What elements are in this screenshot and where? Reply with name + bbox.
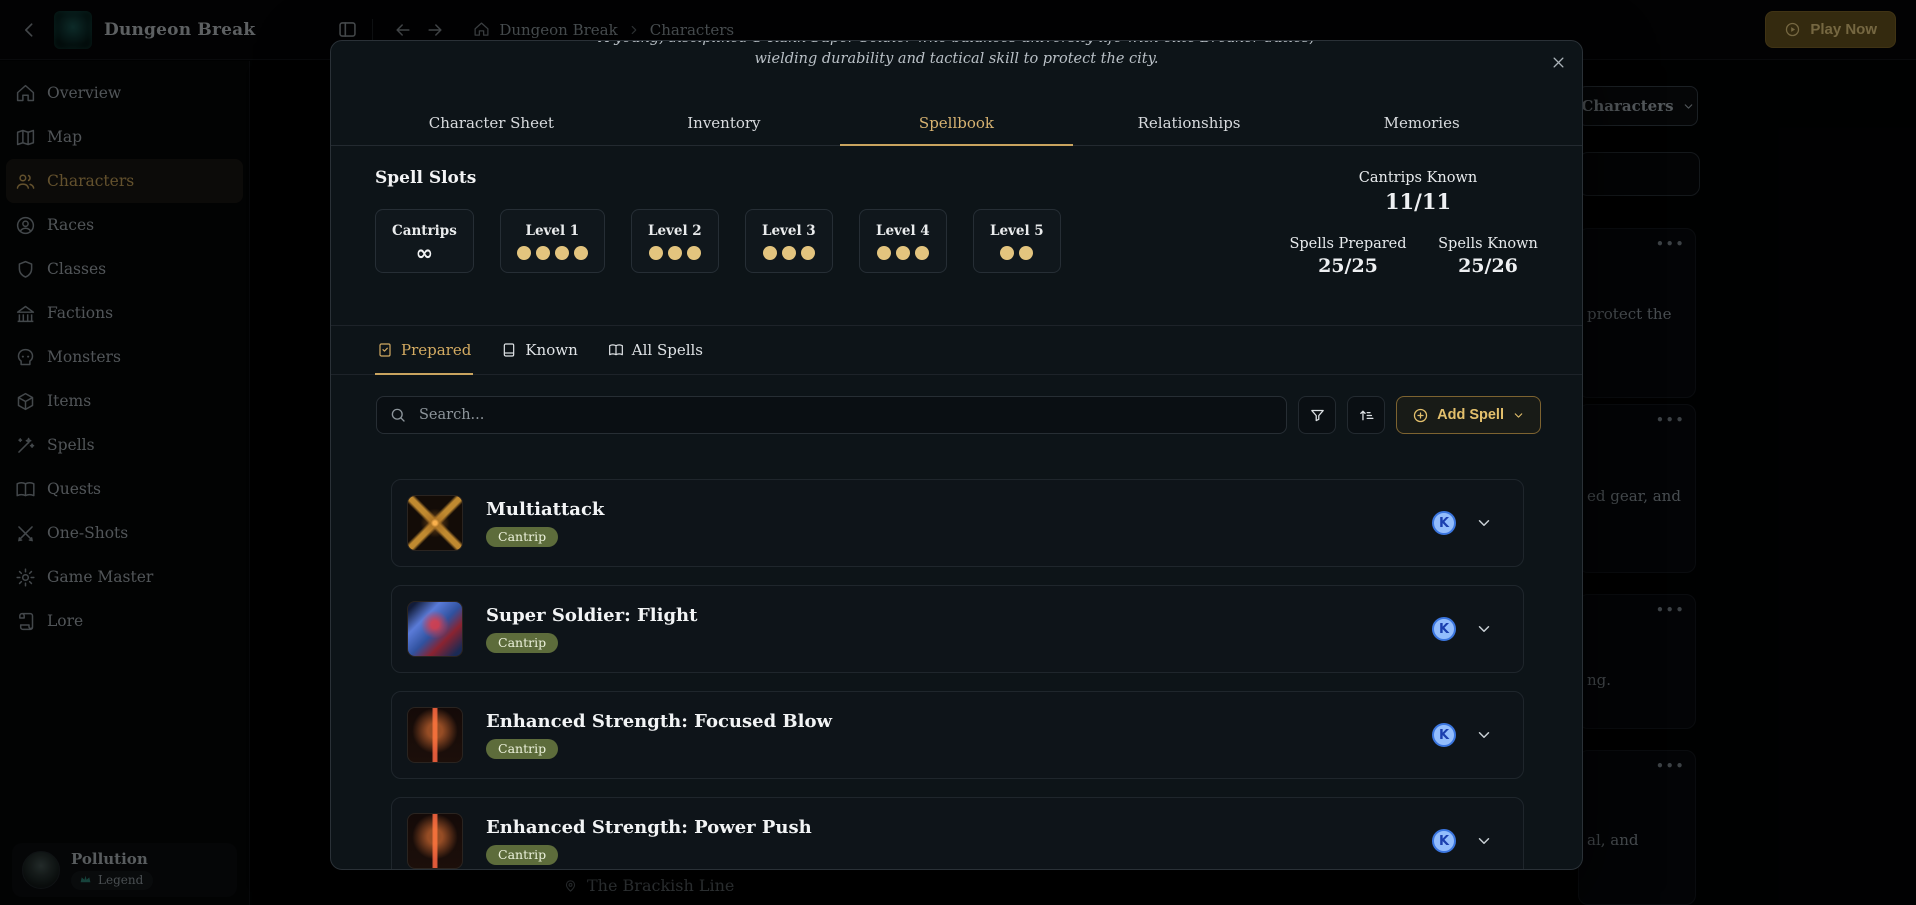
slot-dots (763, 246, 815, 260)
sort-button[interactable] (1347, 396, 1385, 434)
spell-level-badge: Cantrip (486, 527, 558, 547)
add-spell-label: Add Spell (1437, 407, 1504, 423)
slot-label: Level 4 (876, 223, 930, 239)
slot-card-level-2: Level 2 (631, 209, 719, 273)
spells-known-value: 25/26 (1418, 255, 1558, 277)
spell-row-enhanced-strength-focused-blow[interactable]: Enhanced Strength: Focused Blow Cantrip … (391, 691, 1524, 779)
slot-label: Level 1 (525, 223, 579, 239)
book-check-icon (377, 342, 393, 358)
sort-icon (1358, 407, 1375, 424)
spell-list: Multiattack Cantrip K Super Soldier: Fli… (391, 479, 1524, 870)
chevron-down-icon[interactable] (1475, 620, 1493, 638)
spell-art-icon (407, 601, 463, 657)
plus-circle-icon (1412, 407, 1429, 424)
chevron-down-icon[interactable] (1475, 514, 1493, 532)
tab-relationships[interactable]: Relationships (1073, 101, 1306, 146)
spell-level-badge: Cantrip (486, 633, 558, 653)
spell-list-tab-bar: Prepared Known All Spells (331, 326, 1582, 375)
spell-art-icon (407, 495, 463, 551)
tab-spellbook[interactable]: Spellbook (840, 101, 1073, 146)
filter-icon (1309, 407, 1326, 424)
slot-label: Level 3 (762, 223, 816, 239)
slot-dots (517, 246, 588, 260)
chevron-down-icon[interactable] (1475, 726, 1493, 744)
known-badge: K (1432, 829, 1456, 853)
slot-card-level-1: Level 1 (500, 209, 605, 273)
spell-name: Enhanced Strength: Focused Blow (486, 711, 832, 732)
app-page: Dungeon Break Dungeon Break Characters (0, 0, 1916, 905)
slot-dots (649, 246, 701, 260)
spell-art-icon (407, 707, 463, 763)
spell-name: Super Soldier: Flight (486, 605, 697, 626)
tab-label: Known (525, 341, 577, 359)
chevron-down-icon[interactable] (1475, 832, 1493, 850)
slot-label: Level 5 (990, 223, 1044, 239)
spell-row-multiattack[interactable]: Multiattack Cantrip K (391, 479, 1524, 567)
tab-prepared[interactable]: Prepared (375, 326, 473, 375)
slot-card-level-3: Level 3 (745, 209, 833, 273)
cantrips-known-label: Cantrips Known (1278, 170, 1558, 186)
search-input[interactable] (376, 396, 1287, 434)
slot-card-level-4: Level 4 (859, 209, 947, 273)
known-badge: K (1432, 617, 1456, 641)
tab-known[interactable]: Known (499, 326, 579, 375)
spell-stats-panel: Cantrips Known 11/11 Spells Prepared 25/… (1278, 170, 1558, 277)
slot-label: Cantrips (392, 223, 457, 239)
book-icon (501, 342, 517, 358)
description-line-2: wielding durability and tactical skill t… (331, 49, 1582, 70)
known-badge: K (1432, 723, 1456, 747)
search-icon (389, 406, 407, 424)
search-box (376, 396, 1287, 434)
spell-slots-section: Spell Slots Cantrips ∞ Level 1 Level 2 L… (331, 146, 1582, 326)
spell-level-badge: Cantrip (486, 739, 558, 759)
slot-card-level-5: Level 5 (973, 209, 1061, 273)
tab-memories[interactable]: Memories (1305, 101, 1538, 146)
slot-dots (877, 246, 929, 260)
description-line-1: A young, disciplined S-Rank Super Soldie… (331, 41, 1582, 49)
add-spell-button[interactable]: Add Spell (1396, 396, 1541, 434)
slot-dots (1000, 246, 1033, 260)
tab-label: All Spells (632, 341, 703, 359)
character-description: A young, disciplined S-Rank Super Soldie… (331, 41, 1582, 101)
character-spellbook-modal: A young, disciplined S-Rank Super Soldie… (330, 40, 1583, 870)
chevron-down-icon (1512, 409, 1525, 422)
spell-search-row: Add Spell (376, 396, 1541, 434)
spell-level-badge: Cantrip (486, 845, 558, 865)
book-open-icon (608, 342, 624, 358)
spell-name: Enhanced Strength: Power Push (486, 817, 812, 838)
spell-row-super-soldier-flight[interactable]: Super Soldier: Flight Cantrip K (391, 585, 1524, 673)
close-icon[interactable] (1551, 55, 1566, 70)
tab-all-spells[interactable]: All Spells (606, 326, 705, 375)
slot-card-cantrips: Cantrips ∞ (375, 209, 474, 273)
tab-character-sheet[interactable]: Character Sheet (375, 101, 608, 146)
spell-name: Multiattack (486, 499, 604, 520)
spell-row-enhanced-strength-power-push[interactable]: Enhanced Strength: Power Push Cantrip K (391, 797, 1524, 870)
modal-tab-bar: Character Sheet Inventory Spellbook Rela… (331, 101, 1582, 146)
spell-art-icon (407, 813, 463, 869)
slot-label: Level 2 (648, 223, 702, 239)
infinity-icon: ∞ (416, 246, 434, 260)
tab-label: Prepared (401, 341, 471, 359)
spells-prepared-value: 25/25 (1278, 255, 1418, 277)
cantrips-known-value: 11/11 (1278, 189, 1558, 214)
known-badge: K (1432, 511, 1456, 535)
tab-inventory[interactable]: Inventory (608, 101, 841, 146)
spells-prepared-label: Spells Prepared (1278, 236, 1418, 252)
spells-known-label: Spells Known (1418, 236, 1558, 252)
filter-button[interactable] (1298, 396, 1336, 434)
